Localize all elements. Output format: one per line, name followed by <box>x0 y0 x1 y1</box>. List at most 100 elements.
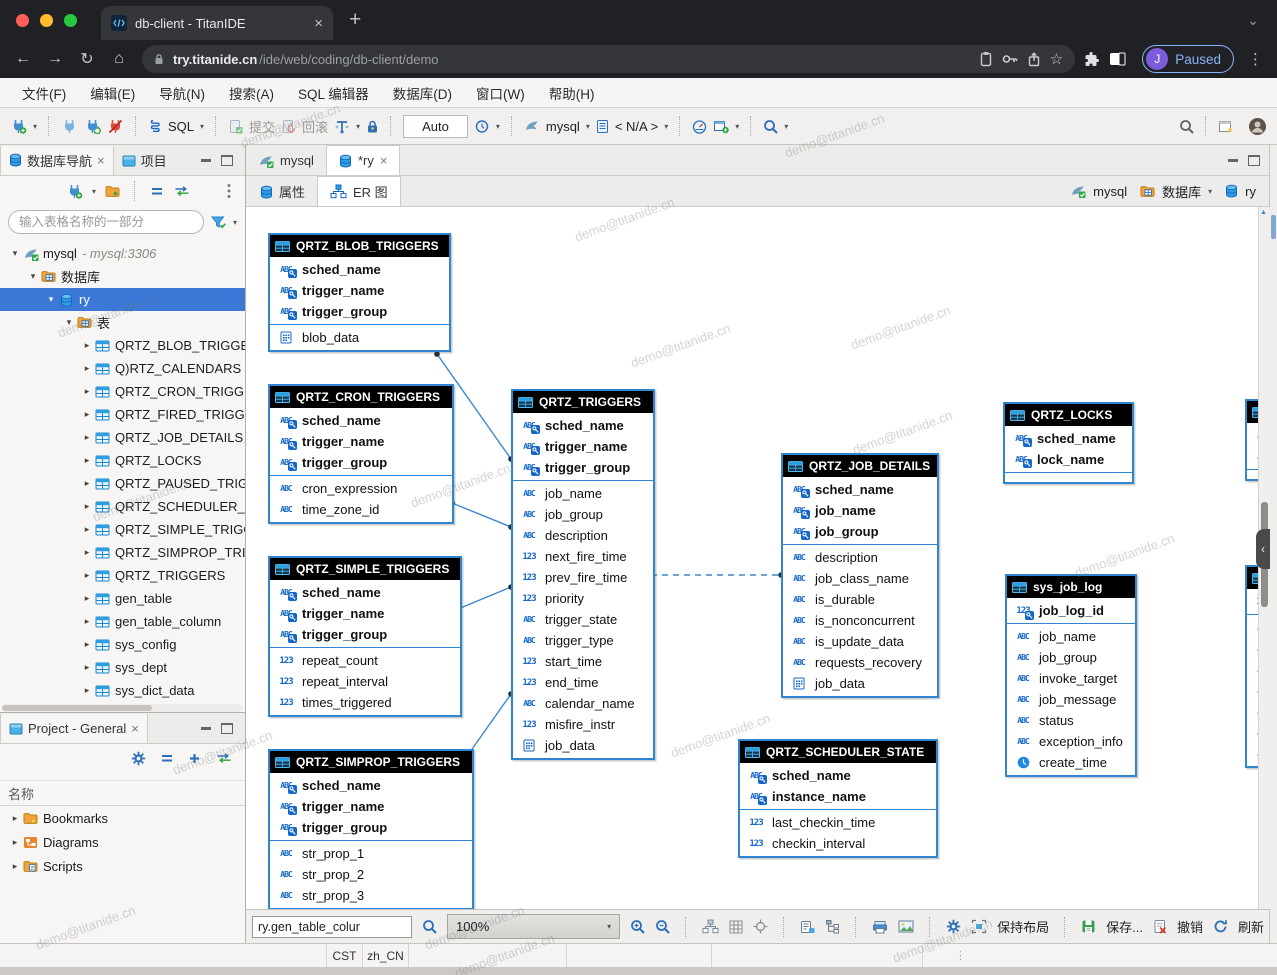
diagram-search-input[interactable] <box>252 916 412 938</box>
auto-layout-icon[interactable] <box>702 919 719 934</box>
scroll-up-icon[interactable]: ▲ <box>1260 209 1267 216</box>
tree-item[interactable]: ▸sys_config <box>0 633 245 656</box>
tree-item[interactable]: ▸QRTZ_LOCKS <box>0 449 245 472</box>
er-column[interactable]: ABCinvoke_target <box>1007 668 1135 689</box>
tree-item[interactable]: ▾ry <box>0 288 245 311</box>
er-column[interactable]: ABCjob_message <box>1007 689 1135 710</box>
breadcrumb-database[interactable]: ry <box>1245 184 1256 199</box>
maximize-icon[interactable] <box>221 155 233 166</box>
commit-mode-select[interactable]: Auto <box>403 115 468 138</box>
er-table-QRTZ_LOCKS[interactable]: QRTZ_LOCKSABCsched_nameABClock_name <box>1003 402 1134 484</box>
er-column[interactable]: 123start_time <box>513 651 653 672</box>
rollback-icon[interactable] <box>281 119 296 134</box>
profile-chip[interactable]: J Paused <box>1142 45 1234 73</box>
password-key-icon[interactable] <box>1002 54 1018 64</box>
minimize-icon[interactable] <box>1228 159 1238 162</box>
perspective-icon[interactable] <box>1218 119 1234 134</box>
er-table-header[interactable]: QRTZ_CRON_TRIGGERS <box>270 386 452 408</box>
extensions-icon[interactable] <box>1083 51 1099 67</box>
tab-project-general[interactable]: Project - General × <box>0 714 148 743</box>
refresh-button[interactable]: 刷新 <box>1238 917 1264 936</box>
global-search-icon[interactable] <box>1179 119 1194 134</box>
chevron-right-icon[interactable]: ▸ <box>80 570 94 581</box>
chevron-right-icon[interactable]: ▸ <box>8 861 22 872</box>
er-table-header[interactable]: QRTZ_TRIGGERS <box>513 391 653 413</box>
er-column[interactable]: job_data <box>783 673 937 694</box>
er-table-header[interactable]: QRTZ_JOB_DETAILS <box>783 455 937 477</box>
er-table-header[interactable]: QRTZ_SCHEDULER_STATE <box>740 741 936 763</box>
er-column[interactable]: ABCjob_name <box>1007 626 1135 647</box>
er-column[interactable]: ABCjob_group <box>783 521 937 542</box>
er-column[interactable]: ABCjob_name <box>783 500 937 521</box>
er-column[interactable]: ABCtrigger_group <box>513 457 653 478</box>
tab-project[interactable]: 项目 <box>114 146 175 175</box>
breadcrumb-caret-icon[interactable]: ▾ <box>1208 187 1212 196</box>
er-column[interactable]: ABCtrigger_name <box>513 436 653 457</box>
home-button[interactable]: ⌂ <box>104 50 134 68</box>
chevron-down-icon[interactable]: ▾ <box>8 248 22 259</box>
new-connection-icon[interactable] <box>10 118 27 134</box>
editor-tab-mysql[interactable]: mysql <box>246 146 326 175</box>
er-table-sys_job_log[interactable]: sys_job_log123job_log_idABCjob_nameABCjo… <box>1005 574 1137 777</box>
er-column[interactable]: ABCtrigger_name <box>270 280 449 301</box>
er-column[interactable]: ABCcron_expression <box>270 478 452 499</box>
tree-item[interactable]: ▸QRTZ_CRON_TRIGGERS <box>0 380 245 403</box>
er-column[interactable]: ABCis_update_data <box>783 631 937 652</box>
er-column[interactable]: ABCis_durable <box>783 589 937 610</box>
er-column[interactable]: ABCdescription <box>513 525 653 546</box>
zoom-out-icon[interactable] <box>655 919 670 934</box>
menu-item-7[interactable]: 帮助(H) <box>537 83 607 103</box>
diagram-settings-icon[interactable] <box>946 919 961 934</box>
er-table-QRTZ_JOB_DETAILS[interactable]: QRTZ_JOB_DETAILSABCsched_nameABCjob_name… <box>781 453 939 698</box>
disconnect-icon[interactable] <box>107 118 124 134</box>
rollback-label[interactable]: 回滚 <box>302 117 328 136</box>
er-table-header[interactable]: QRTZ_SIMPROP_TRIGGERS <box>270 751 472 773</box>
er-column[interactable]: 123times_triggered <box>270 692 460 713</box>
er-column[interactable]: ABCsched_name <box>270 582 460 603</box>
collapse-all-icon[interactable] <box>160 752 174 764</box>
right-collapsed-rail[interactable] <box>1269 145 1277 943</box>
er-table-QRTZ_SCHEDULER_STATE[interactable]: QRTZ_SCHEDULER_STATEABCsched_nameABCinst… <box>738 739 938 858</box>
project-item[interactable]: ▸Diagrams <box>0 830 245 854</box>
refresh-icon[interactable] <box>1213 919 1228 934</box>
data-search-icon[interactable] <box>763 119 778 134</box>
window-zoom-button[interactable] <box>64 14 77 27</box>
chevron-down-icon[interactable]: ▾ <box>26 271 40 282</box>
window-close-button[interactable] <box>16 14 29 27</box>
tab-close-icon[interactable]: × <box>314 15 323 32</box>
chevron-down-icon[interactable]: ▾ <box>62 317 76 328</box>
er-column[interactable]: ABCcalendar_name <box>513 693 653 714</box>
menu-item-0[interactable]: 文件(F) <box>10 83 78 103</box>
new-folder-icon[interactable] <box>105 185 120 198</box>
er-column[interactable]: create_time <box>1007 752 1135 773</box>
filter-caret-icon[interactable]: ▾ <box>233 218 237 227</box>
tree-item[interactable]: ▸sys_dept <box>0 656 245 679</box>
chevron-right-icon[interactable]: ▸ <box>80 662 94 673</box>
tree-hscrollbar[interactable] <box>2 704 243 712</box>
breadcrumb-databases[interactable]: 数据库 <box>1162 182 1201 201</box>
transaction-log-icon[interactable] <box>334 119 350 134</box>
collapsed-view-icon[interactable] <box>1271 215 1276 239</box>
install-share-icon[interactable] <box>1027 52 1041 67</box>
er-table-QRTZ_BLOB_TRIGGERS[interactable]: QRTZ_BLOB_TRIGGERSABCsched_nameABCtrigge… <box>268 233 451 352</box>
er-diagram-canvas[interactable]: QRTZ_BLOB_TRIGGERS ABCsched_name ABCtrigge… <box>246 207 1270 909</box>
er-column[interactable]: 123end_time <box>513 672 653 693</box>
link-with-editor-icon[interactable] <box>215 752 233 764</box>
chevron-down-icon[interactable]: ▾ <box>44 294 58 305</box>
er-table-header[interactable]: QRTZ_BLOB_TRIGGERS <box>270 235 449 257</box>
er-column[interactable]: job_data <box>513 735 653 756</box>
er-table-QRTZ_SIMPLE_TRIGGERS[interactable]: QRTZ_SIMPLE_TRIGGERSABCsched_nameABCtrig… <box>268 556 462 717</box>
new-sql-console-icon[interactable] <box>713 119 729 134</box>
er-column[interactable]: ABCstr_prop_1 <box>270 843 472 864</box>
chevron-right-icon[interactable]: ▸ <box>80 685 94 696</box>
er-column[interactable]: ABCjob_class_name <box>783 568 937 589</box>
close-icon[interactable]: × <box>97 153 105 168</box>
er-column[interactable]: 123prev_fire_time <box>513 567 653 588</box>
er-table-header[interactable]: QRTZ_LOCKS <box>1005 404 1132 426</box>
save-icon[interactable] <box>1081 919 1096 934</box>
fit-page-icon[interactable] <box>753 919 768 934</box>
keep-layout-button[interactable]: 保持布局 <box>997 917 1049 936</box>
er-column[interactable]: ABCjob_group <box>1007 647 1135 668</box>
browser-menu-kebab-icon[interactable]: ⋮ <box>1248 50 1263 68</box>
er-column[interactable]: ABCexception_info <box>1007 731 1135 752</box>
